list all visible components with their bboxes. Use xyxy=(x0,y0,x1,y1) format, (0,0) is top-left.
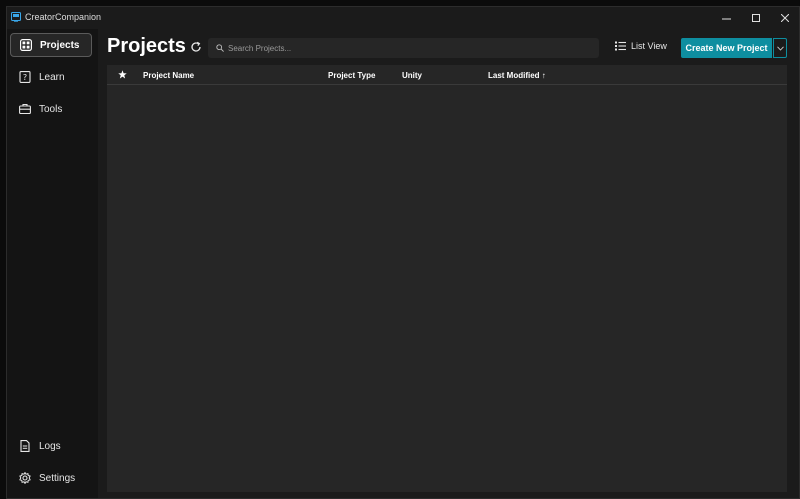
svg-text:?: ? xyxy=(23,73,27,82)
projects-table: Project Name Project Type Unity Last Mod… xyxy=(107,65,787,492)
sidebar-item-projects[interactable]: Projects xyxy=(10,33,92,57)
create-new-project-button[interactable]: Create New Project xyxy=(681,38,772,58)
page-title: Projects xyxy=(107,35,186,57)
list-view-toggle[interactable]: List View xyxy=(615,41,667,51)
sidebar-item-label: Tools xyxy=(39,103,63,115)
sidebar-item-label: Projects xyxy=(40,39,80,51)
search-box xyxy=(208,38,599,58)
search-icon xyxy=(216,44,224,52)
sidebar-item-settings[interactable]: Settings xyxy=(10,466,92,490)
refresh-icon[interactable] xyxy=(190,41,202,53)
sidebar-item-learn[interactable]: ? Learn xyxy=(10,65,92,89)
create-options-dropdown[interactable] xyxy=(773,38,787,58)
column-project-type[interactable]: Project Type xyxy=(328,71,375,80)
minimize-icon xyxy=(722,18,731,19)
column-unity[interactable]: Unity xyxy=(402,71,422,80)
column-project-name[interactable]: Project Name xyxy=(143,71,194,80)
app-window: CreatorCompanion Projects ? Learn Tools … xyxy=(6,6,800,499)
maximize-icon xyxy=(751,14,760,22)
toolbox-icon xyxy=(19,103,31,115)
search-input[interactable] xyxy=(228,43,588,53)
document-icon xyxy=(20,440,30,452)
sidebar-item-label: Learn xyxy=(39,71,65,83)
gear-icon xyxy=(19,472,31,484)
sidebar: Projects ? Learn Tools Logs Settings xyxy=(7,29,98,498)
sidebar-item-tools[interactable]: Tools xyxy=(10,97,92,121)
title-bar: CreatorCompanion xyxy=(7,7,799,29)
main-content: Projects List View Create New Project xyxy=(98,29,799,498)
close-button[interactable] xyxy=(770,7,799,29)
grid-icon xyxy=(20,39,32,51)
maximize-button[interactable] xyxy=(741,7,770,29)
list-icon xyxy=(615,41,626,51)
sidebar-item-label: Settings xyxy=(39,472,76,484)
window-controls xyxy=(712,7,799,29)
close-icon xyxy=(780,14,789,22)
question-book-icon: ? xyxy=(19,71,31,83)
star-icon[interactable] xyxy=(118,70,127,79)
chevron-down-icon xyxy=(776,45,784,51)
window-title: CreatorCompanion xyxy=(25,12,102,22)
app-logo-icon xyxy=(11,12,21,22)
sidebar-item-logs[interactable]: Logs xyxy=(10,434,92,458)
sidebar-item-label: Logs xyxy=(39,440,61,452)
table-header: Project Name Project Type Unity Last Mod… xyxy=(107,65,787,85)
list-view-label: List View xyxy=(631,41,667,51)
minimize-button[interactable] xyxy=(712,7,741,29)
column-last-modified[interactable]: Last Modified ↑ xyxy=(488,71,546,80)
